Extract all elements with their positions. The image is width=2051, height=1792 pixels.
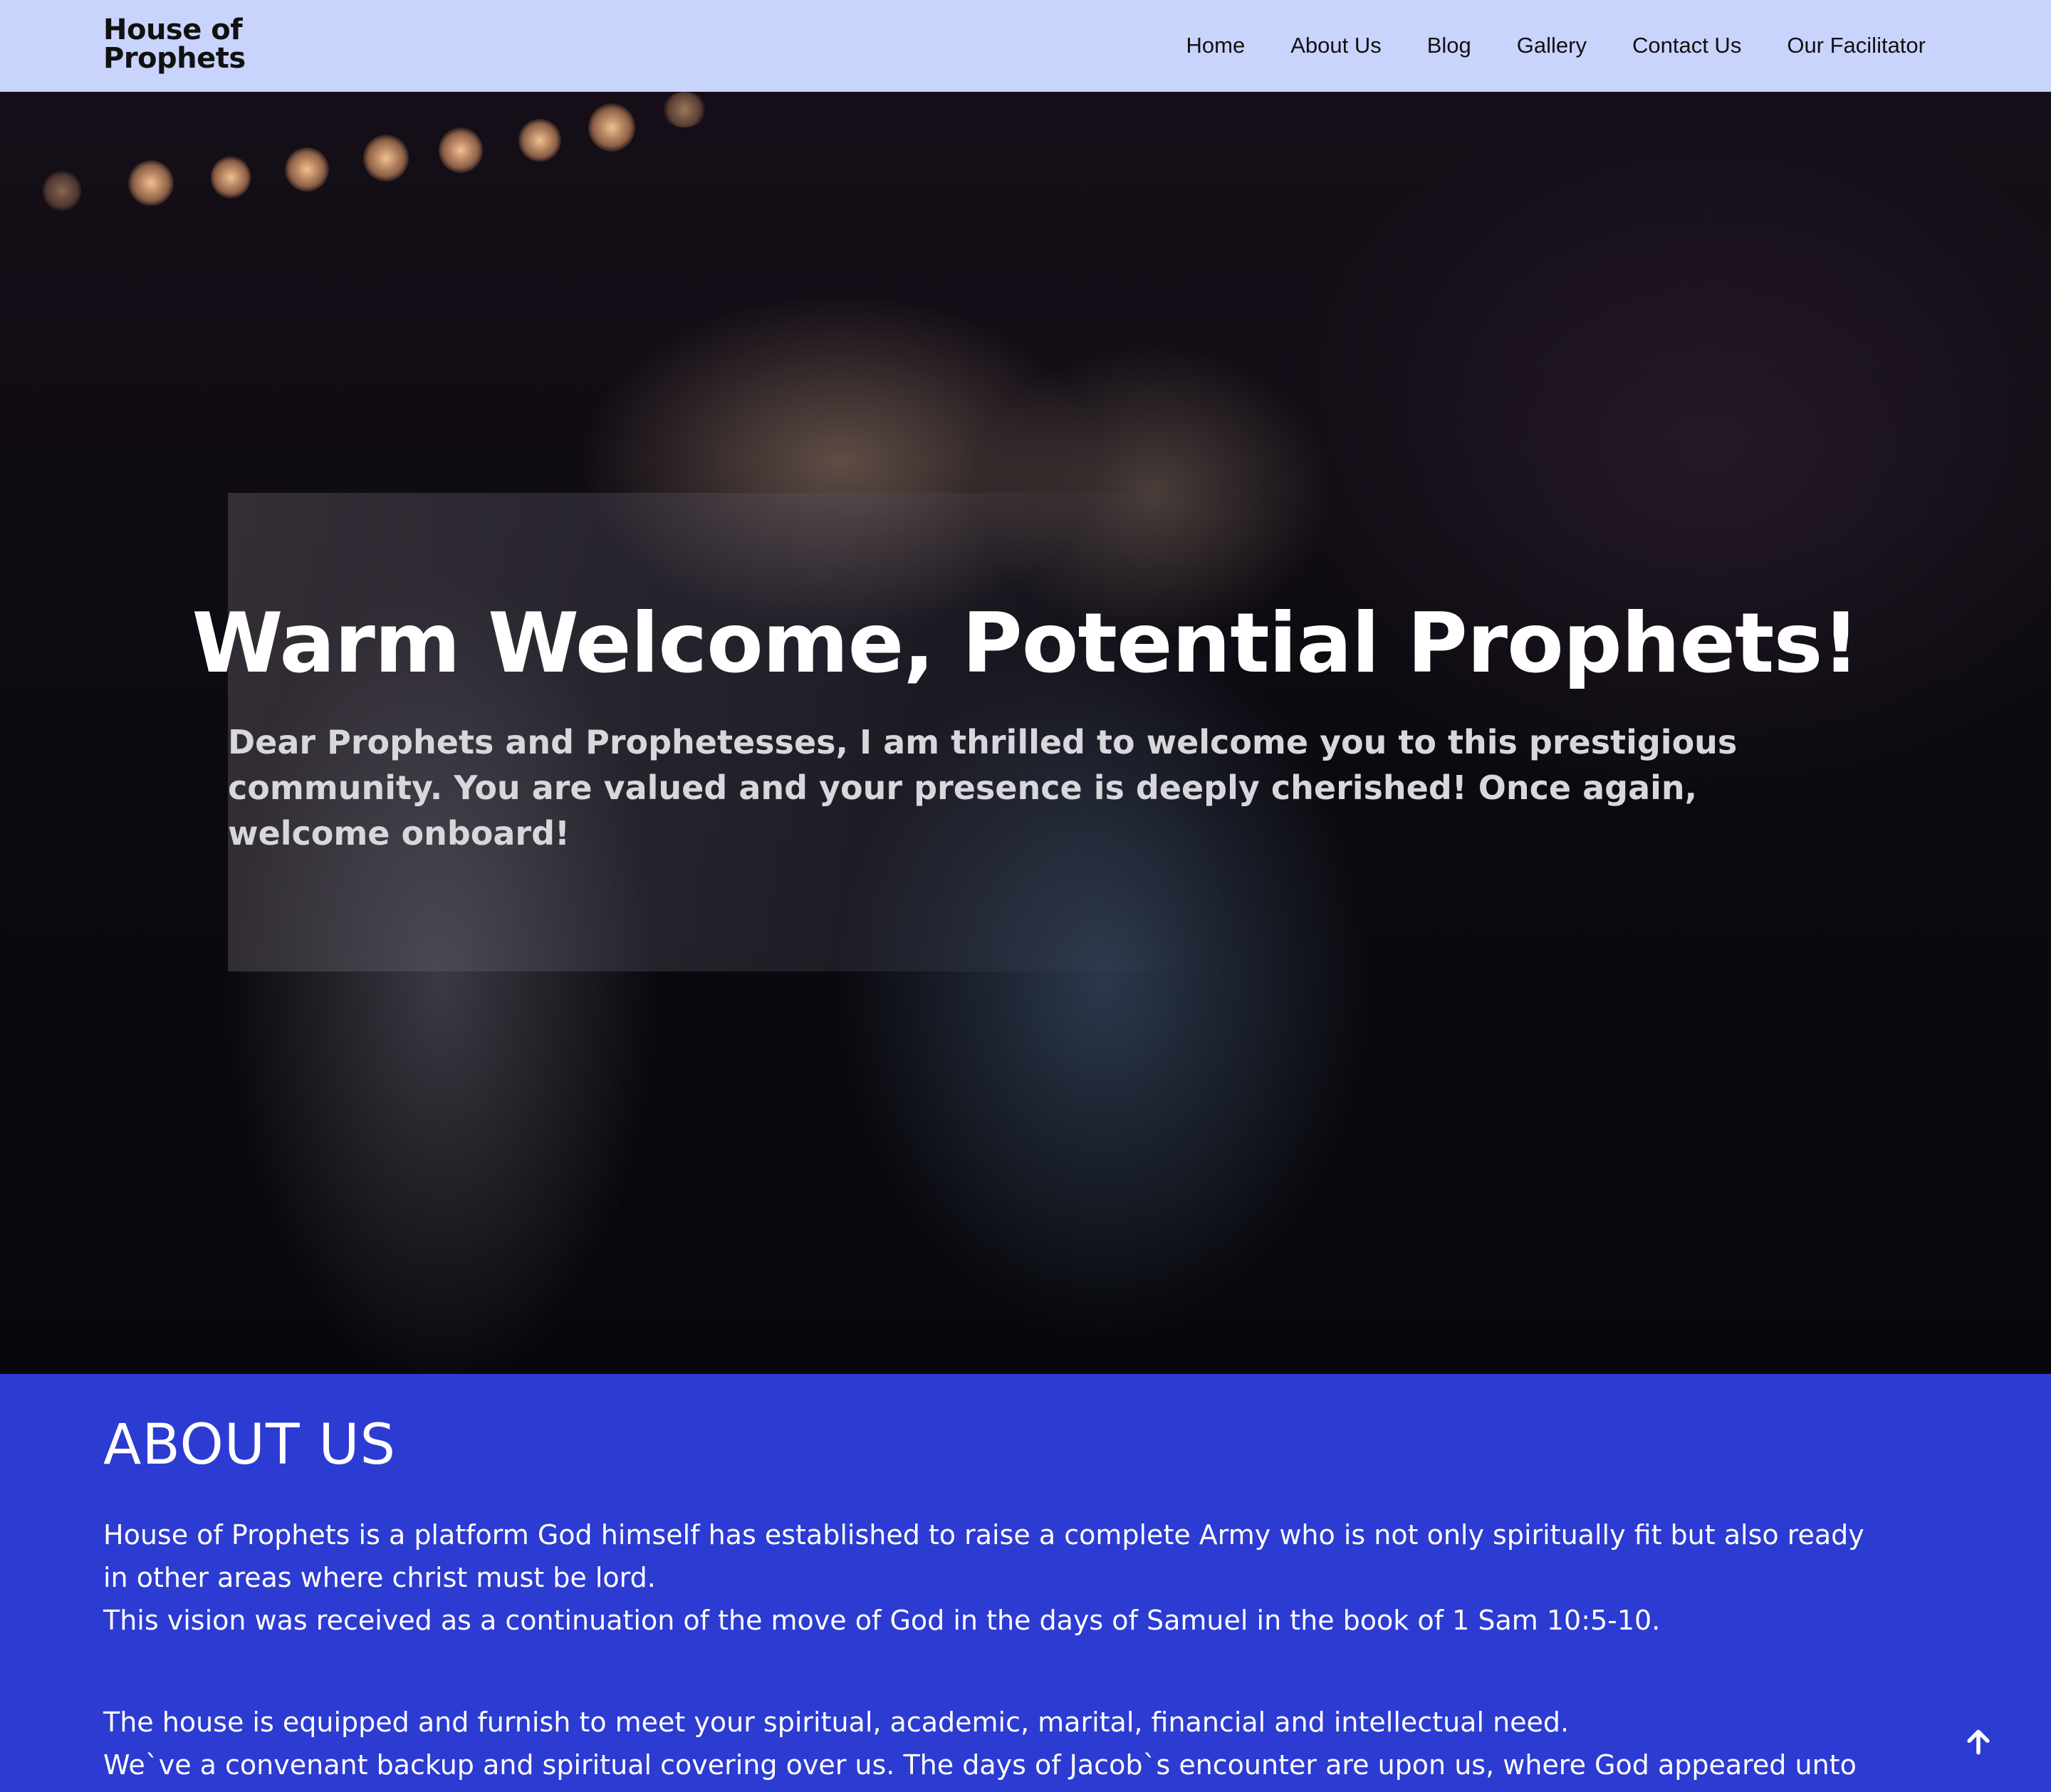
hero-background-light xyxy=(439,127,483,173)
hero-background-light xyxy=(588,103,635,152)
hero-background-light xyxy=(128,160,174,206)
hero-background-light xyxy=(518,119,561,162)
logo-line-1: House of xyxy=(103,14,243,46)
about-section: ABOUT US House of Prophets is a platform… xyxy=(0,1374,2051,1792)
main-nav: Home About Us Blog Gallery Contact Us Ou… xyxy=(1141,0,1926,91)
hero-background-light xyxy=(211,156,251,199)
nav-about-us[interactable]: About Us xyxy=(1290,33,1382,58)
about-text-line: We`ve a convenant backup and spiritual c… xyxy=(103,1749,1857,1781)
hero-background-light xyxy=(662,92,706,127)
nav-blog[interactable]: Blog xyxy=(1427,33,1471,58)
nav-home[interactable]: Home xyxy=(1186,33,1246,58)
about-heading: ABOUT US xyxy=(103,1413,397,1477)
arrow-up-icon[interactable] xyxy=(1963,1726,1994,1758)
about-text-line: This vision was received as a continuati… xyxy=(103,1605,1661,1636)
nav-contact-us[interactable]: Contact Us xyxy=(1632,33,1741,58)
site-logo[interactable]: House of Prophets xyxy=(103,16,246,73)
about-text-line: in other areas where christ must be lord… xyxy=(103,1562,656,1593)
about-paragraph-1: House of Prophets is a platform God hims… xyxy=(103,1514,1969,1642)
nav-gallery[interactable]: Gallery xyxy=(1517,33,1587,58)
top-navbar: House of Prophets Home About Us Blog Gal… xyxy=(0,0,2051,92)
about-text-line: House of Prophets is a platform God hims… xyxy=(103,1519,1864,1551)
hero-background-light xyxy=(43,170,81,212)
hero-background-light xyxy=(363,135,409,182)
logo-line-2: Prophets xyxy=(103,42,246,75)
nav-our-facilitator[interactable]: Our Facilitator xyxy=(1787,33,1926,58)
hero-subtitle: Dear Prophets and Prophetesses, I am thr… xyxy=(228,723,1738,853)
hero-background-light xyxy=(285,147,329,192)
about-text-line: The house is equipped and furnish to mee… xyxy=(103,1707,1570,1738)
hero-title: Warm Welcome, Potential Prophets! xyxy=(192,595,1860,692)
about-paragraph-2: The house is equipped and furnish to mee… xyxy=(103,1701,1969,1786)
